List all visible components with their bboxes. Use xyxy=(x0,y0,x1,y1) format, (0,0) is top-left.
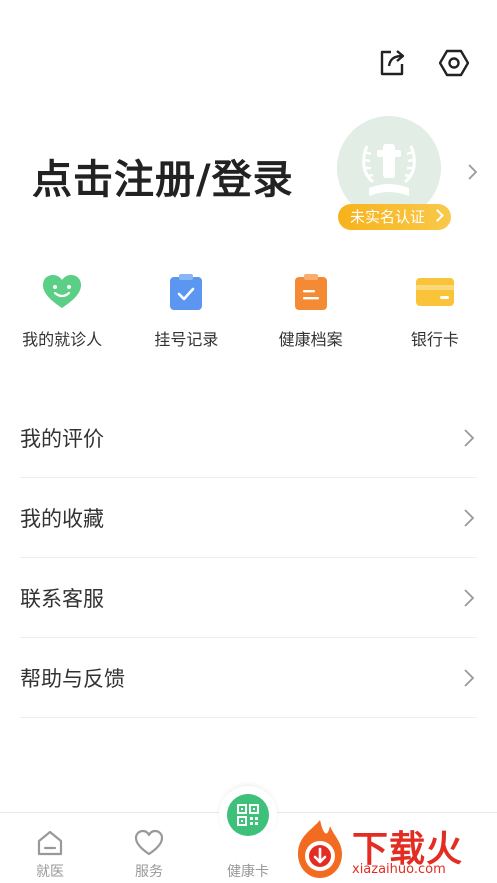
health-file-icon xyxy=(289,270,333,314)
profile-card[interactable]: 点击注册/登录 未实名认证 xyxy=(0,112,497,242)
shortcut-label: 银行卡 xyxy=(410,330,459,349)
watermark-url: xiazaihuo.com xyxy=(352,862,446,877)
verify-identity-badge[interactable]: 未实名认证 xyxy=(338,204,452,230)
header-actions xyxy=(375,46,471,80)
shortcut-label: 健康档案 xyxy=(278,330,343,349)
tab-label: 就医 xyxy=(36,864,64,880)
chevron-right-icon xyxy=(468,164,478,180)
shortcut-label: 挂号记录 xyxy=(154,330,219,349)
menu-item-label: 我的收藏 xyxy=(20,506,104,531)
home-icon xyxy=(36,813,64,857)
heart-smile-icon xyxy=(40,270,84,314)
heart-icon xyxy=(134,813,164,857)
health-card-qr-button[interactable] xyxy=(219,786,277,844)
settings-menu: 我的评价 我的收藏 联系客服 帮助与反馈 xyxy=(20,398,477,718)
menu-item-contact-support[interactable]: 联系客服 xyxy=(20,558,477,638)
menu-item-my-favorites[interactable]: 我的收藏 xyxy=(20,478,477,558)
qr-code-icon xyxy=(227,794,269,836)
clipboard-check-icon xyxy=(164,270,208,314)
chevron-right-icon xyxy=(431,209,444,222)
shortcut-bank-card[interactable]: 银行卡 xyxy=(373,270,497,350)
menu-item-my-reviews[interactable]: 我的评价 xyxy=(20,398,477,478)
chevron-right-icon xyxy=(464,668,475,687)
menu-item-label: 联系客服 xyxy=(20,586,104,611)
verify-badge-label: 未实名认证 xyxy=(350,208,426,226)
shortcut-my-patients[interactable]: 我的就诊人 xyxy=(0,270,124,350)
menu-item-help-feedback[interactable]: 帮助与反馈 xyxy=(20,638,477,718)
shortcut-health-records[interactable]: 健康档案 xyxy=(249,270,373,350)
watermark-logo: 下载火 xiazaihuo.com xyxy=(290,818,497,883)
chevron-right-icon xyxy=(464,428,475,447)
flame-logo-icon xyxy=(298,820,342,878)
chevron-right-icon xyxy=(464,588,475,607)
shortcut-grid: 我的就诊人 挂号记录 健康档案 银行卡 xyxy=(0,270,497,350)
login-register-link[interactable]: 点击注册/登录 xyxy=(32,147,294,205)
tab-label: 健康卡 xyxy=(227,864,269,880)
bank-card-icon xyxy=(413,270,457,314)
settings-icon[interactable] xyxy=(437,46,471,80)
menu-item-label: 我的评价 xyxy=(20,426,104,451)
menu-item-label: 帮助与反馈 xyxy=(20,666,125,691)
shortcut-registration-records[interactable]: 挂号记录 xyxy=(124,270,248,350)
chevron-right-icon xyxy=(464,508,475,527)
tab-services[interactable]: 服务 xyxy=(109,813,189,881)
tab-label: 服务 xyxy=(135,864,163,880)
shortcut-label: 我的就诊人 xyxy=(22,330,103,349)
share-icon[interactable] xyxy=(375,46,409,80)
tab-medical[interactable]: 就医 xyxy=(10,813,90,881)
